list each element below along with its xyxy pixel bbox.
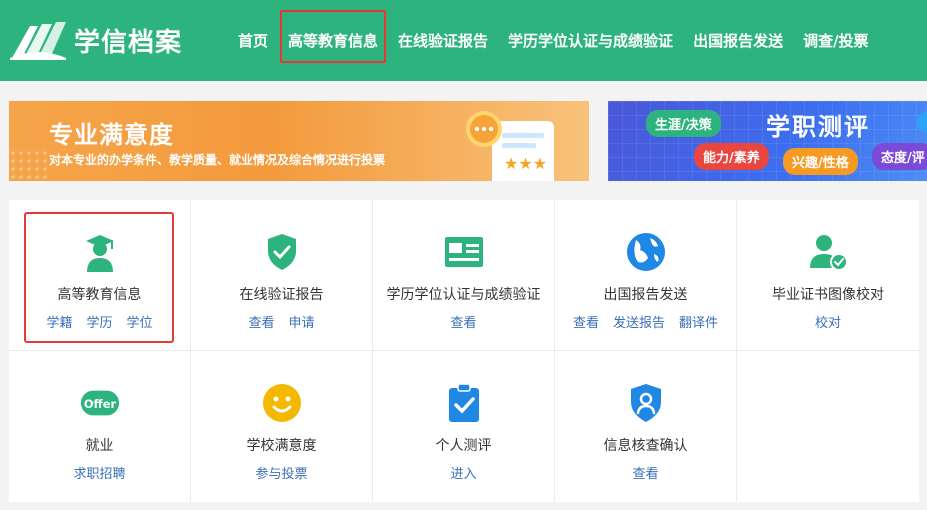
link-job-search[interactable]: 求职招聘 (73, 463, 125, 482)
pill-career-decision: 生涯/决策 (646, 110, 721, 137)
service-label: 在线验证报告 (239, 287, 324, 303)
service-employment[interactable]: Offer 就业 求职招聘 (9, 351, 191, 502)
offer-icon: Offer (80, 383, 120, 423)
service-overseas-report[interactable]: 出国报告发送 查看 发送报告 翻译件 (555, 200, 737, 351)
logo-wings-icon (10, 22, 66, 60)
link-send-report[interactable]: 发送报告 (613, 312, 665, 331)
nav-home[interactable]: 首页 (228, 0, 278, 81)
svg-text:★★★: ★★★ (504, 154, 547, 173)
link-degree[interactable]: 学位 (127, 312, 153, 331)
user-shield-icon (626, 383, 666, 423)
service-label: 毕业证书图像校对 (772, 287, 884, 303)
link-view[interactable]: 查看 (450, 312, 476, 331)
service-label: 出国报告发送 (603, 287, 688, 303)
service-school-satisfaction[interactable]: 学校满意度 参与投票 (191, 351, 373, 502)
smiley-icon (262, 383, 302, 423)
link-apply[interactable]: 申请 (289, 312, 315, 331)
globe-icon (626, 232, 666, 272)
link-view[interactable]: 查看 (248, 312, 274, 331)
link-view[interactable]: 查看 (632, 463, 658, 482)
service-certificate-proofread[interactable]: 毕业证书图像校对 校对 (737, 200, 919, 351)
service-label: 个人测评 (435, 438, 492, 454)
banner-title: 专业满意度 (49, 121, 174, 149)
pill-interest: 兴趣/性格 (783, 148, 858, 175)
pill-ability: 能力/素养 (694, 143, 769, 170)
major-satisfaction-banner[interactable]: 专业满意度 对本专业的办学条件、教学质量、就业情况及综合情况进行投票 ★★★ (9, 101, 589, 181)
nav-overseas-report[interactable]: 出国报告发送 (683, 0, 793, 81)
service-label: 学校满意度 (246, 438, 317, 454)
service-personal-assessment[interactable]: 个人测评 进入 (373, 351, 555, 502)
dots-decoration (9, 149, 49, 179)
nav-higher-education[interactable]: 高等教育信息 (278, 0, 388, 81)
link-enter[interactable]: 进入 (450, 463, 476, 482)
shield-check-icon (262, 232, 302, 272)
banner-subtitle: 对本专业的办学条件、教学质量、就业情况及综合情况进行投票 (49, 153, 386, 167)
service-online-verification[interactable]: 在线验证报告 查看 申请 (191, 200, 373, 351)
service-label: 学历学位认证与成绩验证 (386, 287, 541, 303)
graduate-icon (80, 232, 120, 272)
service-degree-certification[interactable]: 学历学位认证与成绩验证 查看 (373, 200, 555, 351)
service-higher-education[interactable]: 高等教育信息 学籍 学历 学位 (9, 200, 191, 351)
pill-attitude: 态度/评 (872, 143, 927, 170)
top-header: 学信档案 首页 高等教育信息 在线验证报告 学历学位认证与成绩验证 出国报告发送… (0, 0, 927, 81)
id-card-icon (444, 232, 484, 272)
services-grid: 高等教育信息 学籍 学历 学位 在线验证报告 查看 申请 学历学位认证与成绩验证… (9, 200, 919, 502)
career-assessment-banner[interactable]: 生涯/决策 学职测评 能力/素养 兴趣/性格 态度/评 (608, 101, 927, 181)
link-vote[interactable]: 参与投票 (255, 463, 307, 482)
logo[interactable]: 学信档案 (8, 18, 182, 62)
nav-online-verification[interactable]: 在线验证报告 (388, 0, 498, 81)
link-proofread[interactable]: 校对 (815, 312, 841, 331)
service-label: 就业 (85, 438, 114, 454)
rating-card-icon: ★★★ (466, 111, 554, 181)
logo-text: 学信档案 (74, 27, 183, 58)
clipboard-check-icon (444, 383, 484, 423)
service-label: 高等教育信息 (57, 287, 142, 303)
offer-badge-text: Offer (83, 397, 116, 411)
service-label: 信息核查确认 (603, 438, 688, 454)
nav-degree-certification[interactable]: 学历学位认证与成绩验证 (498, 0, 683, 81)
banner-right-title: 学职测评 (766, 113, 870, 141)
link-translation[interactable]: 翻译件 (679, 312, 718, 331)
nav-survey-vote[interactable]: 调查/投票 (793, 0, 878, 81)
link-view[interactable]: 查看 (573, 312, 599, 331)
link-education[interactable]: 学历 (86, 312, 112, 331)
main-nav: 首页 高等教育信息 在线验证报告 学历学位认证与成绩验证 出国报告发送 调查/投… (228, 0, 879, 81)
empty-cell (737, 351, 919, 502)
link-enrollment[interactable]: 学籍 (46, 312, 72, 331)
user-check-icon (808, 232, 848, 272)
service-info-verification[interactable]: 信息核查确认 查看 (555, 351, 737, 502)
